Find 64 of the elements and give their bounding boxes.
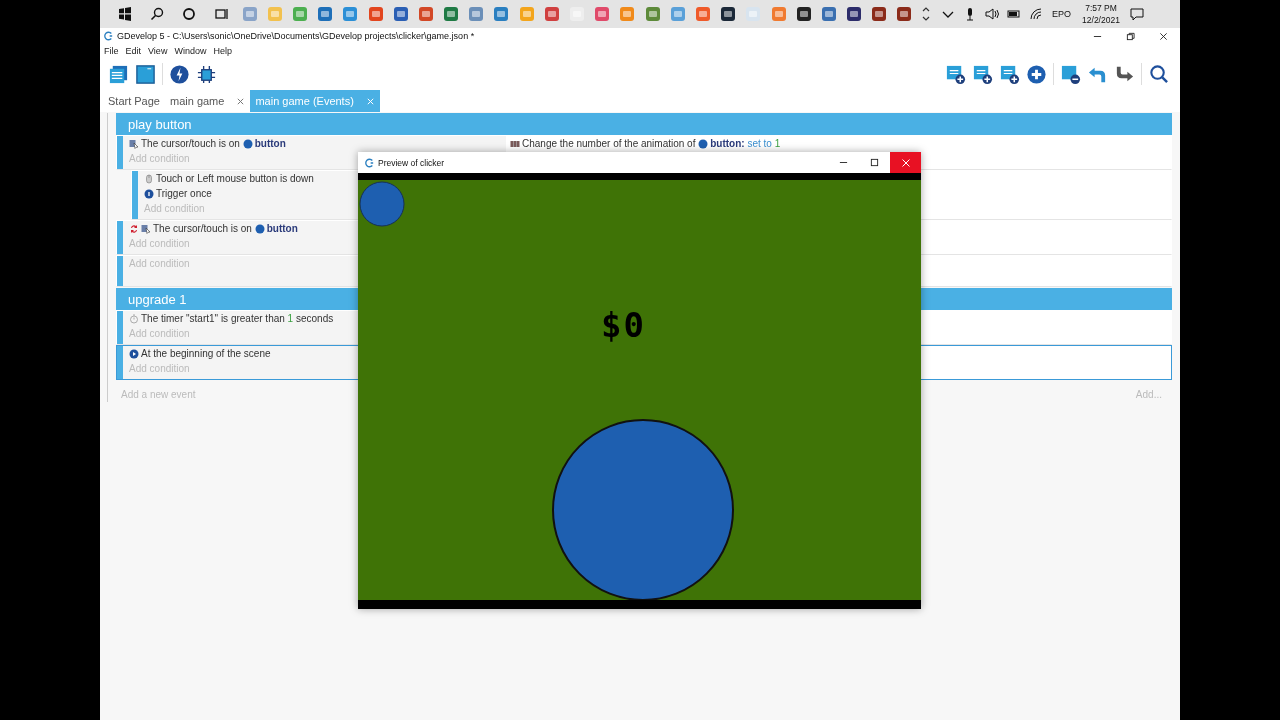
close-icon bbox=[900, 157, 911, 168]
action-text[interactable]: Change the number of the animation of bbox=[522, 138, 699, 149]
object-text[interactable]: button bbox=[266, 223, 298, 234]
window-title: GDevelop 5 - C:\Users\sonic\OneDrive\Documents\GDevelop projects\clicker\game.json * bbox=[117, 31, 475, 41]
menu-item[interactable]: File bbox=[104, 46, 119, 56]
close-icon[interactable] bbox=[1159, 31, 1168, 41]
condition-text[interactable]: The cursor/touch is on bbox=[153, 223, 255, 234]
score-text: $0 bbox=[601, 305, 646, 345]
search-icon[interactable] bbox=[149, 6, 165, 22]
menu-item[interactable]: View bbox=[148, 46, 168, 56]
maximize-icon[interactable] bbox=[870, 158, 879, 167]
circle-sprite bbox=[359, 181, 405, 227]
tab[interactable]: Start Page bbox=[103, 90, 165, 112]
app-icon[interactable] bbox=[719, 5, 738, 23]
app-icon[interactable] bbox=[845, 5, 864, 23]
language-indicator[interactable]: EPO bbox=[1052, 9, 1072, 19]
restore-icon[interactable] bbox=[1126, 31, 1135, 41]
film-icon bbox=[510, 138, 520, 149]
windows-start-icon[interactable] bbox=[117, 6, 133, 22]
close-tab-icon[interactable] bbox=[236, 96, 246, 106]
list-icon[interactable] bbox=[108, 63, 129, 85]
app-icon[interactable] bbox=[895, 5, 914, 23]
app-logo-icon bbox=[364, 157, 374, 168]
group-title: upgrade 1 bbox=[128, 291, 187, 307]
task-view-icon[interactable] bbox=[213, 6, 229, 22]
app-logo-icon bbox=[103, 31, 113, 41]
add-event-icon[interactable] bbox=[972, 63, 993, 85]
condition-text[interactable]: The timer "start1" is greater than 1 seconds bbox=[141, 313, 334, 324]
tab[interactable]: main game bbox=[165, 90, 251, 112]
object-icon bbox=[698, 138, 709, 149]
event-bar bbox=[117, 346, 123, 379]
clock-time: 7:57 PM bbox=[1085, 2, 1117, 14]
add-event-icon[interactable] bbox=[945, 63, 966, 85]
event-bar bbox=[132, 171, 138, 219]
clock-date: 12/2/2021 bbox=[1082, 14, 1120, 26]
lightning-icon[interactable] bbox=[169, 63, 190, 85]
group-title: play button bbox=[128, 116, 192, 132]
event-bar bbox=[117, 256, 123, 286]
event-bar bbox=[117, 221, 123, 254]
menu-item[interactable]: Window bbox=[174, 46, 207, 56]
app-icon[interactable] bbox=[870, 5, 889, 23]
object-text[interactable]: button bbox=[254, 138, 286, 149]
object-icon bbox=[254, 223, 265, 234]
preview-title: Preview of clicker bbox=[378, 157, 445, 168]
button-sprite[interactable] bbox=[552, 419, 734, 600]
condition-text[interactable]: Touch or Left mouse button is down bbox=[156, 173, 314, 184]
condition-text[interactable]: Trigger once bbox=[156, 188, 212, 199]
event-bar bbox=[117, 136, 123, 169]
menu-item[interactable]: Help bbox=[213, 46, 232, 56]
condition-text[interactable]: At the beginning of the scene bbox=[141, 348, 271, 359]
condition-text[interactable]: The cursor/touch is on bbox=[141, 138, 243, 149]
add-event-icon[interactable] bbox=[999, 63, 1020, 85]
add-icon[interactable] bbox=[1026, 63, 1047, 85]
object-text[interactable]: button: set to 1 bbox=[710, 138, 781, 149]
menu-item[interactable]: Edit bbox=[125, 46, 142, 56]
delete-event-icon[interactable] bbox=[1060, 63, 1081, 85]
circle-icon[interactable] bbox=[181, 6, 197, 22]
search-icon[interactable] bbox=[1148, 63, 1169, 85]
speaker-icon[interactable] bbox=[984, 6, 1001, 22]
window-icon[interactable] bbox=[135, 63, 156, 85]
notification-icon[interactable] bbox=[1128, 6, 1145, 22]
object-icon bbox=[242, 138, 253, 149]
app-icon[interactable] bbox=[794, 5, 813, 23]
bug-icon[interactable] bbox=[196, 63, 217, 85]
